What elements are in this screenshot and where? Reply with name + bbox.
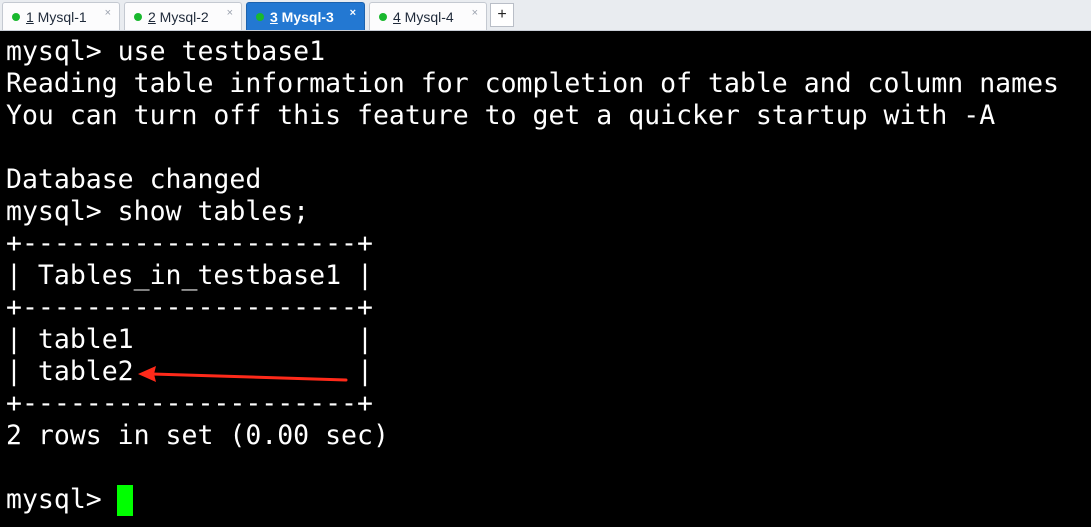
connected-status-icon xyxy=(256,13,264,21)
terminal-line: mysql> use testbase1 xyxy=(6,36,326,67)
tab-mysql-2[interactable]: 2 Mysql-2 × xyxy=(124,2,242,30)
terminal-line: mysql> show tables; xyxy=(6,196,310,227)
terminal-cursor xyxy=(117,485,133,516)
terminal-line: Reading table information for completion… xyxy=(6,68,1059,99)
table-row: | table1 | xyxy=(6,324,373,355)
terminal-window: 1 Mysql-1 × 2 Mysql-2 × 3 Mysql-3 × 4 My… xyxy=(0,0,1091,527)
new-tab-button[interactable]: + xyxy=(490,3,514,27)
connected-status-icon xyxy=(12,13,20,21)
tab-mysql-4[interactable]: 4 Mysql-4 × xyxy=(369,2,487,30)
terminal-line: 2 rows in set (0.00 sec) xyxy=(6,420,389,451)
table-border: +---------------------+ xyxy=(6,292,373,323)
tab-label: 1 Mysql-1 xyxy=(26,9,87,25)
tab-label: 4 Mysql-4 xyxy=(393,9,454,25)
terminal-line: You can turn off this feature to get a q… xyxy=(6,100,996,131)
terminal-line: Database changed xyxy=(6,164,262,195)
tab-mysql-1[interactable]: 1 Mysql-1 × xyxy=(2,2,120,30)
table-row: | table2 | xyxy=(6,356,373,387)
close-tab-icon[interactable]: × xyxy=(105,6,111,20)
mysql-prompt: mysql> xyxy=(6,484,118,515)
close-tab-icon[interactable]: × xyxy=(227,6,233,20)
table-header: | Tables_in_testbase1 | xyxy=(6,260,373,291)
terminal-output[interactable]: mysql> use testbase1 Reading table infor… xyxy=(0,31,1091,527)
tab-bar: 1 Mysql-1 × 2 Mysql-2 × 3 Mysql-3 × 4 My… xyxy=(0,0,1091,31)
connected-status-icon xyxy=(134,13,142,21)
tab-mysql-3[interactable]: 3 Mysql-3 × xyxy=(246,2,365,30)
connected-status-icon xyxy=(379,13,387,21)
tab-label: 3 Mysql-3 xyxy=(270,9,334,25)
close-tab-icon[interactable]: × xyxy=(472,6,478,20)
tab-label: 2 Mysql-2 xyxy=(148,9,209,25)
table-border: +---------------------+ xyxy=(6,388,373,419)
close-tab-icon[interactable]: × xyxy=(350,6,356,20)
table-border: +---------------------+ xyxy=(6,228,373,259)
